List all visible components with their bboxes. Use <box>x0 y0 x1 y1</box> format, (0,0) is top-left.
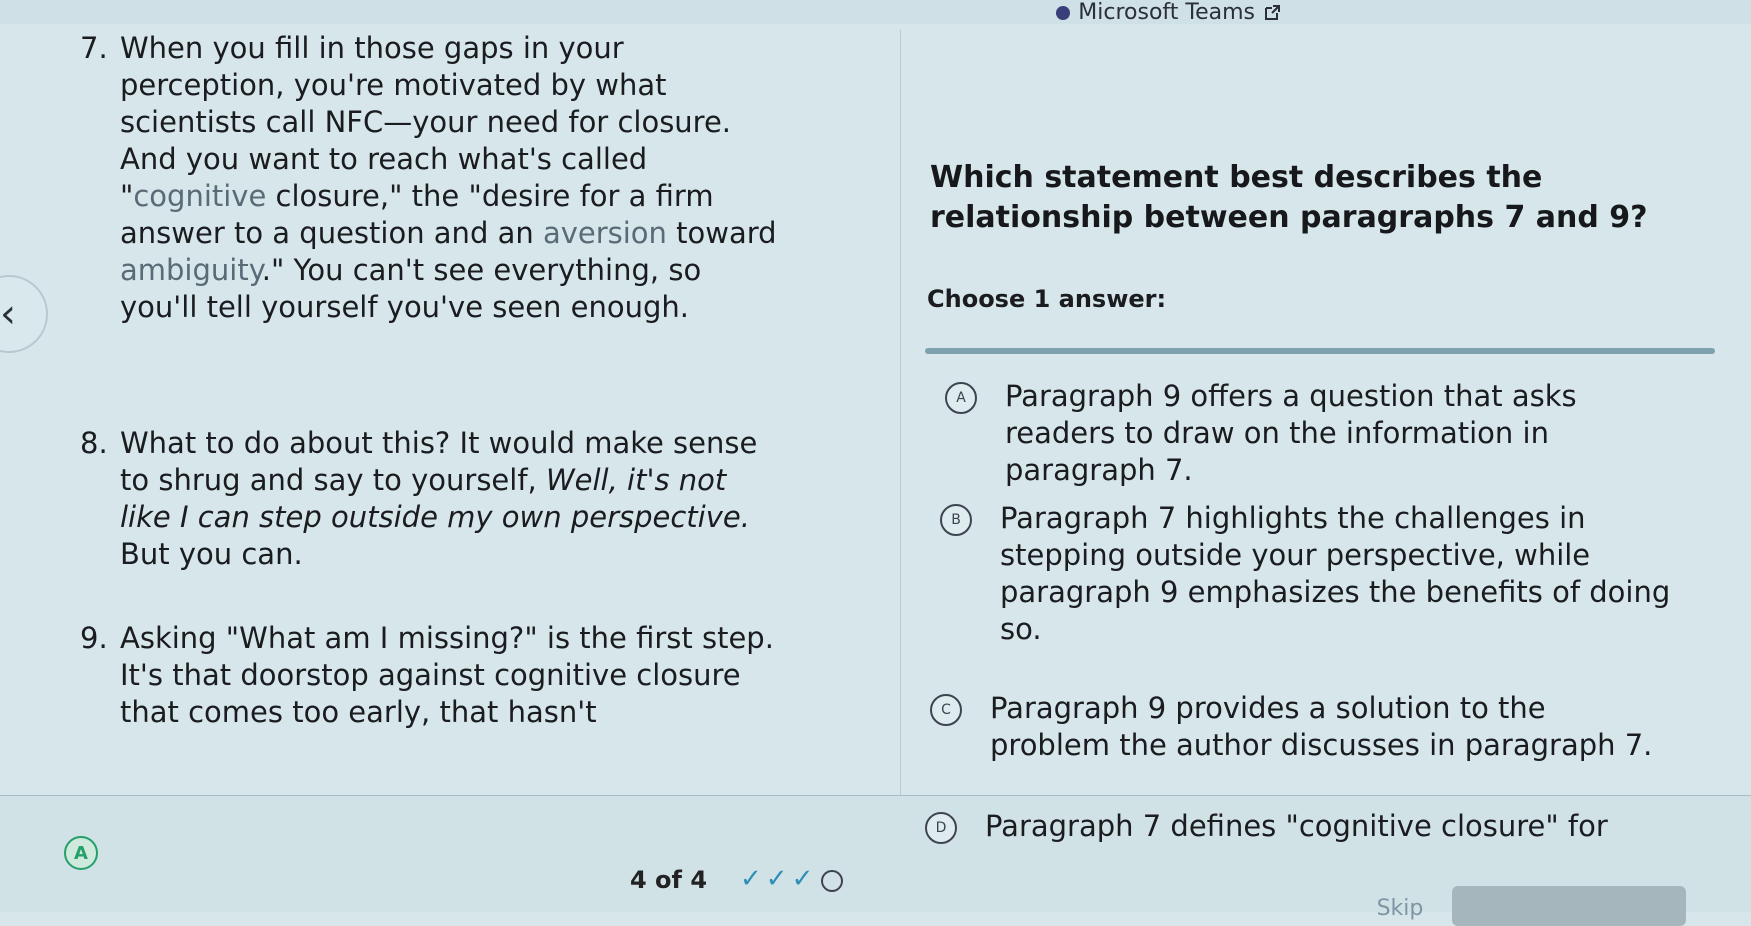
progress-indicators: ✓ ✓ ✓ <box>740 864 844 894</box>
answer-choice-c[interactable]: C Paragraph 9 provides a solution to the… <box>930 690 1670 764</box>
chevron-left-icon: ‹ <box>0 291 16 337</box>
paragraph-9: 9. Asking "What am I missing?" is the fi… <box>80 620 780 731</box>
paragraph-number: 7. <box>80 31 108 65</box>
choice-letter-badge: D <box>925 812 957 844</box>
check-icon: ✓ <box>765 864 788 894</box>
passage-panel: 7. When you fill in those gaps in your p… <box>80 30 901 800</box>
text-segment: toward <box>666 216 777 250</box>
check-icon: ✓ <box>740 864 762 894</box>
vocab-word-aversion[interactable]: aversion <box>543 216 667 250</box>
divider <box>925 348 1715 354</box>
vocab-word-cognitive[interactable]: cognitive <box>133 179 266 213</box>
external-link-icon <box>1265 4 1280 20</box>
teams-logo-icon <box>1056 5 1071 20</box>
paragraph-number: 8. <box>80 426 108 460</box>
paragraph-number: 9. <box>80 621 108 655</box>
choice-letter-badge: A <box>945 382 977 414</box>
choice-letter-badge: C <box>930 694 962 726</box>
check-icon: ✓ <box>791 864 814 894</box>
paragraph-text: What to do about this? It would make sen… <box>120 425 780 573</box>
choice-text: Paragraph 9 offers a question that asks … <box>1005 379 1577 487</box>
text-segment: But you can. <box>120 537 303 571</box>
choice-text: Paragraph 7 defines "cognitive closure" … <box>985 809 1608 843</box>
choice-text: Paragraph 9 provides a solution to the p… <box>990 691 1653 762</box>
check-answer-button[interactable] <box>1452 886 1686 926</box>
vocab-word-ambiguity[interactable]: ambiguity <box>120 253 262 287</box>
paragraph-8: 8. What to do about this? It would make … <box>80 425 780 573</box>
paragraph-text: When you fill in those gaps in your perc… <box>120 30 780 326</box>
previous-arrow-button[interactable]: ‹ <box>0 275 48 353</box>
skip-button[interactable]: Skip <box>1330 896 1470 926</box>
passage-marker-badge[interactable]: A <box>64 836 98 870</box>
question-progress: 4 of 4 <box>630 866 708 894</box>
empty-circle-icon <box>821 870 844 892</box>
choose-label: Choose 1 answer: <box>927 285 1167 313</box>
choice-letter-badge: B <box>940 504 972 536</box>
answer-choice-d[interactable]: D Paragraph 7 defines "cognitive closure… <box>925 808 1665 845</box>
paragraph-7: 7. When you fill in those gaps in your p… <box>80 30 780 326</box>
answer-choice-a[interactable]: A Paragraph 9 offers a question that ask… <box>945 378 1685 489</box>
window-topbar: Microsoft Teams <box>0 0 1751 25</box>
teams-link-label: Microsoft Teams <box>1078 0 1255 25</box>
answer-choice-b[interactable]: B Paragraph 7 highlights the challenges … <box>940 500 1680 648</box>
paragraph-text: Asking "What am I missing?" is the first… <box>120 621 774 729</box>
question-prompt: Which statement best describes the relat… <box>930 160 1648 235</box>
teams-link[interactable]: Microsoft Teams <box>1056 0 1281 25</box>
choice-text: Paragraph 7 highlights the challenges in… <box>1000 501 1671 646</box>
